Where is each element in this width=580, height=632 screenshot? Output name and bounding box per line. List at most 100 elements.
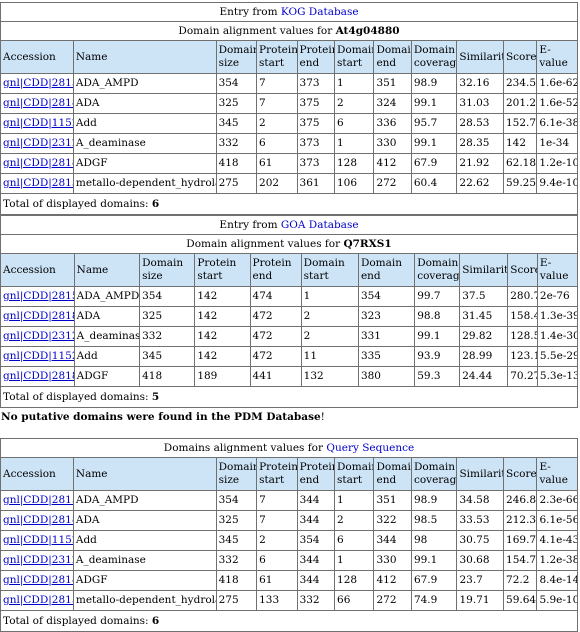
table-cell: 66 [334, 590, 375, 611]
table-cell: 332 [296, 590, 336, 611]
table-cell: 9.4e-10 [536, 173, 578, 194]
accession-cell: gnl|CDD|11526 [0, 530, 74, 551]
table-cell: 234.5 [502, 73, 538, 94]
table-cell: 34.58 [456, 490, 505, 511]
goa-section: Entry from GOA Database Domain alignment… [0, 215, 579, 408]
table-cell: 344 [296, 570, 336, 591]
table-cell: ADGF [72, 570, 217, 591]
table-cell: 323 [357, 306, 416, 327]
kog-database-link[interactable]: KOG Database [281, 6, 359, 18]
pdm-note: No putative domains were found in the PD… [1, 411, 325, 423]
table-cell: 72.2 [503, 570, 538, 591]
table-cell: 152.7 [502, 113, 538, 134]
accession-cell: gnl|CDD|23126 [0, 550, 74, 571]
table-row: gnl|CDD|11526Add345235463449830.75169.74… [0, 530, 578, 551]
accession-link[interactable]: gnl|CDD|23126 [3, 554, 72, 566]
column-header: Accession [0, 457, 74, 491]
table-cell: 1.4e-30 [536, 326, 579, 347]
table-cell: 1.2e-10 [536, 153, 578, 174]
accession-link[interactable]: gnl|CDD|23126 [3, 330, 73, 342]
accession-cell: gnl|CDD|28182 [0, 366, 75, 387]
table-cell: 30.75 [456, 530, 505, 551]
table-cell: 23.7 [456, 570, 505, 591]
table-cell: 99.1 [410, 93, 458, 114]
column-header: Domain size [139, 253, 196, 287]
table-cell: Add [73, 346, 141, 367]
table-cell: 128 [333, 153, 375, 174]
accession-link[interactable]: gnl|CDD|28153 [3, 594, 72, 606]
accession-link[interactable]: gnl|CDD|11526 [3, 534, 72, 546]
column-header: Protein end [296, 457, 336, 491]
protein-id: Q7RXS1 [343, 237, 392, 250]
accession-link[interactable]: gnl|CDD|28181 [3, 310, 73, 322]
table-cell: 189 [194, 366, 251, 387]
goa-table: Entry from GOA Database Domain alignment… [0, 215, 579, 408]
table-cell: 99.1 [410, 133, 458, 154]
table-cell: 28.99 [459, 346, 509, 367]
table-header: Accession Name Domain size Protein start Pro… [0, 40, 578, 74]
column-header: Domain end [373, 40, 412, 74]
accession-link[interactable]: gnl|CDD|11526 [3, 350, 73, 362]
table-cell: 330 [373, 550, 412, 571]
goa-database-link[interactable]: GOA Database [281, 219, 359, 231]
table-row: gnl|CDD|28153metallo-dependent_hydrolase… [0, 590, 578, 611]
column-header: Domain start [333, 40, 375, 74]
table-cell: 128 [334, 570, 375, 591]
table-cell: 61 [256, 153, 298, 174]
column-header: Domain start [300, 253, 359, 287]
protein-id: At4g04880 [335, 24, 400, 37]
column-header: Domain end [373, 457, 412, 491]
table-cell: 133 [256, 590, 298, 611]
table-cell: 67.9 [410, 153, 458, 174]
accession-link[interactable]: gnl|CDD|28182 [3, 370, 73, 382]
accession-link[interactable]: gnl|CDD|28150 [3, 77, 72, 89]
accession-link[interactable]: gnl|CDD|28153 [3, 177, 72, 189]
table-cell: Add [72, 113, 217, 134]
column-header: E-value [536, 40, 578, 74]
table-cell: 418 [139, 366, 196, 387]
table-cell: 98.9 [410, 490, 458, 511]
table-cell: 280.7 [507, 286, 538, 307]
table-cell: ADA [73, 306, 141, 327]
column-header: Score [507, 253, 538, 287]
table-row: gnl|CDD|11526Add3451424721133593.928.991… [0, 346, 579, 367]
table-cell: 169.7 [503, 530, 538, 551]
table-cell: 345 [215, 530, 258, 551]
table-cell: 33.53 [456, 510, 505, 531]
table-row: gnl|CDD|23126A_deaminase3326373133099.12… [0, 133, 578, 154]
table-cell: ADA_AMPD [73, 286, 141, 307]
accession-link[interactable]: gnl|CDD|11526 [3, 117, 72, 129]
table-cell: ADA [72, 510, 217, 531]
table-cell: 2 [333, 93, 375, 114]
table-header: Accession Name Domain size Protein start Pro… [0, 253, 579, 287]
table-row: gnl|CDD|28150ADA_AMPD354142474135499.737… [0, 286, 579, 307]
table-cell: 8.4e-14 [536, 570, 578, 591]
table-cell: 1 [334, 490, 375, 511]
table-cell: 1.2e-38 [536, 550, 578, 571]
accession-link[interactable]: gnl|CDD|28182 [3, 574, 72, 586]
table-cell: 67.9 [410, 570, 458, 591]
table-cell: 95.7 [410, 113, 458, 134]
table-row: gnl|CDD|28181ADA3257344232298.533.53212.… [0, 510, 578, 531]
accession-link[interactable]: gnl|CDD|28150 [3, 494, 72, 506]
table-cell: 2 [256, 530, 298, 551]
query-sequence-link[interactable]: Query Sequence [326, 442, 414, 454]
table-cell: ADA_AMPD [72, 73, 217, 94]
query-section: Domains alignment values for Query Seque… [0, 438, 578, 632]
accession-link[interactable]: gnl|CDD|28150 [3, 290, 73, 302]
accession-link[interactable]: gnl|CDD|28181 [3, 514, 72, 526]
accession-link[interactable]: gnl|CDD|23126 [3, 137, 72, 149]
column-header: Accession [0, 40, 74, 74]
column-header: Name [72, 40, 217, 74]
accession-cell: gnl|CDD|23126 [0, 133, 74, 154]
table-cell: 380 [357, 366, 416, 387]
accession-link[interactable]: gnl|CDD|28181 [3, 97, 72, 109]
accession-cell: gnl|CDD|28182 [0, 570, 74, 591]
table-cell: 272 [373, 173, 412, 194]
table-cell: 37.5 [459, 286, 509, 307]
accession-link[interactable]: gnl|CDD|28182 [3, 157, 72, 169]
table-cell: 375 [296, 93, 335, 114]
table-cell: 441 [249, 366, 302, 387]
table-cell: 351 [373, 73, 412, 94]
table-cell: 275 [215, 590, 258, 611]
